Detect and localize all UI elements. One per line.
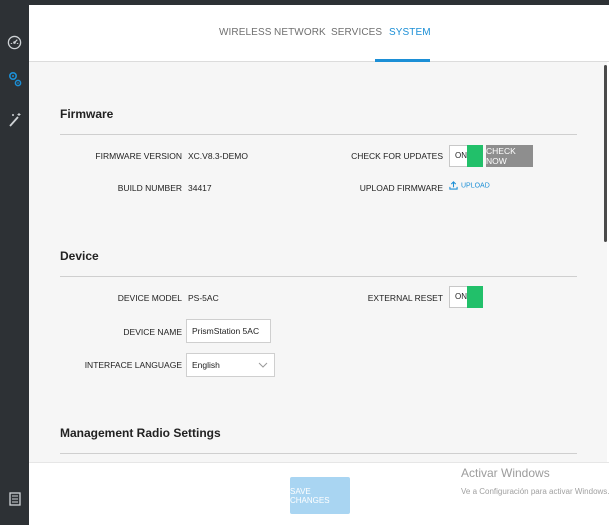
sidebar-item-settings[interactable]	[0, 64, 29, 94]
log-document-icon	[8, 492, 21, 506]
external-reset-toggle[interactable]: ON	[449, 286, 483, 308]
management-radio-section-title: Management Radio Settings	[60, 426, 221, 440]
check-for-updates-toggle[interactable]: ON	[449, 145, 483, 167]
toggle-knob	[467, 286, 483, 308]
dashboard-icon	[7, 35, 22, 49]
upload-firmware-label: UPLOAD FIRMWARE	[359, 183, 443, 193]
interface-language-label: INTERFACE LANGUAGE	[84, 360, 182, 370]
sidebar-item-log[interactable]	[0, 484, 29, 514]
interface-language-select[interactable]: English	[186, 353, 275, 377]
tab-system[interactable]: SYSTEM	[389, 27, 431, 38]
tab-services[interactable]: SERVICES	[331, 27, 382, 38]
device-name-label: DEVICE NAME	[123, 327, 182, 337]
tab-bar: WIRELESS NETWORK SERVICES SYSTEM	[29, 5, 609, 62]
device-section-title: Device	[60, 249, 99, 263]
build-number-label: BUILD NUMBER	[117, 183, 182, 193]
device-model-label: DEVICE MODEL	[117, 293, 182, 303]
upload-link-text: UPLOAD	[461, 182, 490, 190]
check-now-button[interactable]: CHECK NOW	[486, 145, 533, 167]
upload-icon	[449, 181, 458, 190]
scrollbar[interactable]	[604, 65, 607, 242]
save-changes-button[interactable]: SAVE CHANGES	[290, 477, 350, 514]
check-for-updates-label: CHECK FOR UPDATES	[351, 151, 443, 161]
divider	[60, 453, 577, 454]
windows-watermark-title: Activar Windows	[461, 466, 550, 480]
sidebar	[0, 0, 29, 525]
magic-wand-icon	[8, 113, 20, 127]
build-number-value: 34417	[188, 183, 212, 193]
windows-watermark-subtitle: Ve a Configuración para activar Windows.	[461, 487, 609, 496]
upload-link[interactable]: UPLOAD	[449, 181, 490, 190]
device-name-input[interactable]: PrismStation 5AC	[186, 319, 271, 343]
device-model-value: PS-5AC	[188, 293, 219, 303]
firmware-section-title: Firmware	[60, 107, 114, 121]
external-reset-label: EXTERNAL RESET	[367, 293, 443, 303]
tab-wireless[interactable]: WIRELESS	[219, 27, 271, 38]
settings-content	[29, 62, 607, 462]
sidebar-item-tools[interactable]	[0, 105, 29, 135]
toggle-state: ON	[455, 292, 467, 301]
toggle-knob	[467, 145, 483, 167]
chevron-down-icon	[258, 362, 268, 368]
firmware-version-value: XC.V8.3-DEMO	[188, 151, 248, 161]
firmware-version-label: FIRMWARE VERSION	[95, 151, 182, 161]
device-name-value: PrismStation 5AC	[192, 326, 260, 336]
settings-gears-icon	[8, 71, 21, 87]
divider	[60, 276, 577, 277]
tab-network[interactable]: NETWORK	[274, 27, 326, 38]
toggle-state: ON	[455, 151, 467, 160]
divider	[60, 134, 577, 135]
interface-language-value: English	[192, 360, 220, 370]
sidebar-item-dashboard[interactable]	[0, 27, 29, 57]
